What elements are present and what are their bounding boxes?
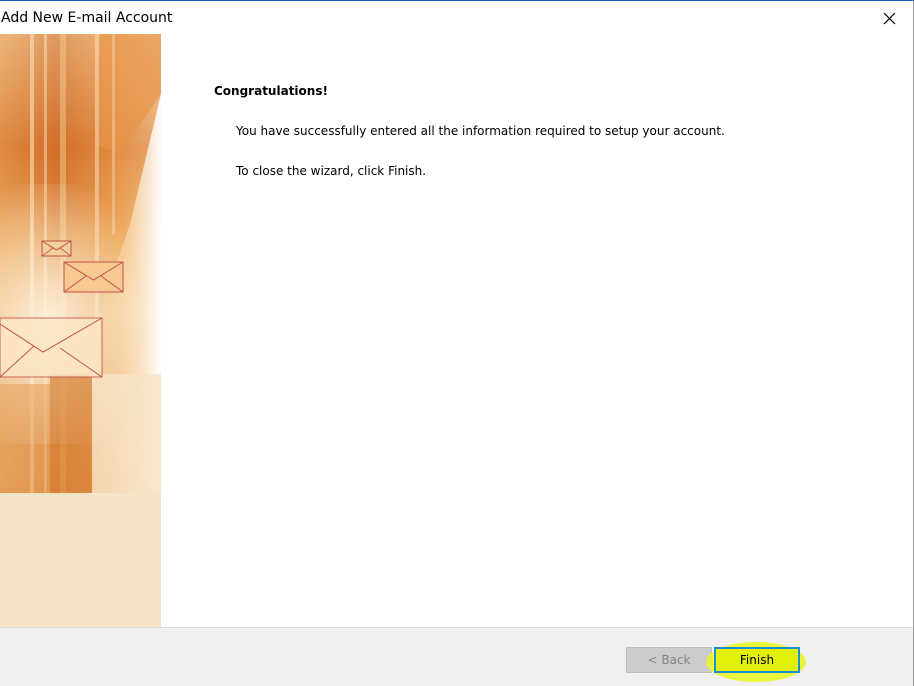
envelope-icon — [63, 261, 124, 293]
envelope-icon — [41, 240, 72, 257]
banner-artwork — [0, 34, 161, 627]
success-message: You have successfully entered all the in… — [236, 124, 725, 138]
window-title: Add New E-mail Account — [1, 10, 173, 26]
congratulations-heading: Congratulations! — [214, 84, 328, 98]
wizard-side-banner — [0, 34, 161, 627]
close-button[interactable] — [867, 1, 913, 34]
title-bar: Add New E-mail Account — [0, 1, 913, 34]
envelope-icon — [0, 317, 103, 378]
close-icon — [883, 12, 896, 25]
add-email-account-dialog: Add New E-mail Account Congratulations! … — [0, 0, 914, 686]
close-instructions: To close the wizard, click Finish. — [236, 164, 427, 178]
back-button[interactable]: < Back — [626, 647, 712, 673]
wizard-content-panel: Congratulations! You have successfully e… — [161, 34, 913, 627]
wizard-footer: < Back Finish — [0, 627, 913, 686]
finish-button[interactable]: Finish — [714, 647, 800, 673]
